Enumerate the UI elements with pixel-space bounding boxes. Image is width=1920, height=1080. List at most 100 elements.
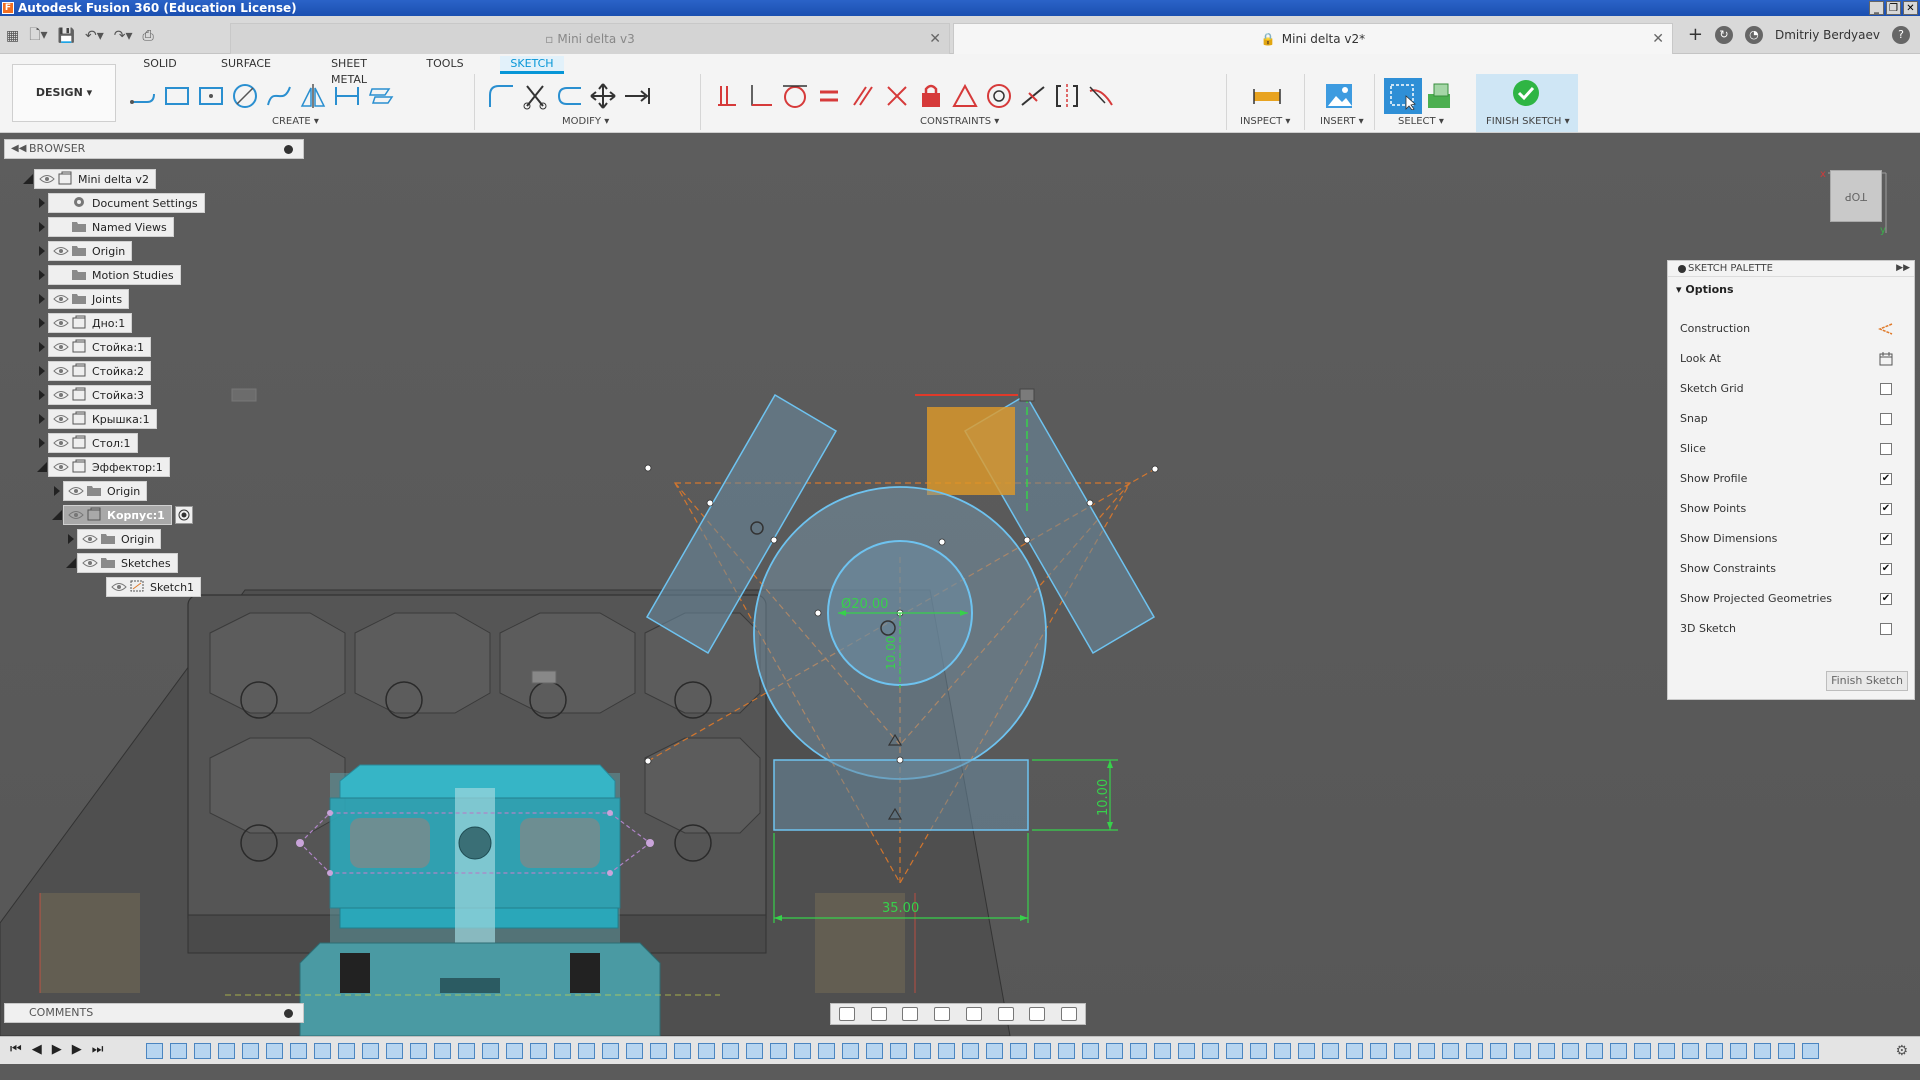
timeline-feature-icon[interactable] (1730, 1043, 1747, 1059)
line-tool-icon[interactable] (126, 79, 160, 113)
timeline-feature-icon[interactable] (1802, 1043, 1819, 1059)
timeline-feature-icon[interactable] (1562, 1043, 1579, 1059)
timeline-feature-icon[interactable] (170, 1043, 187, 1059)
save-icon[interactable]: 💾 (58, 28, 75, 44)
expand-arrow-icon[interactable] (65, 557, 77, 569)
timeline-feature-icon[interactable] (794, 1043, 811, 1059)
user-name[interactable]: Dmitriy Berdyaev (1775, 28, 1880, 42)
display-settings-icon[interactable] (997, 1007, 1014, 1021)
visibility-eye-icon[interactable] (82, 557, 98, 569)
expand-arrow-icon[interactable] (65, 533, 77, 545)
timeline-feature-icon[interactable] (266, 1043, 283, 1059)
timeline-feature-icon[interactable] (506, 1043, 523, 1059)
grid-settings-icon[interactable] (1029, 1007, 1046, 1021)
timeline-feature-icon[interactable] (1274, 1043, 1291, 1059)
timeline-feature-icon[interactable] (458, 1043, 475, 1059)
go-to-start-icon[interactable]: ⏮ (10, 1042, 22, 1057)
timeline-feature-icon[interactable] (1538, 1043, 1555, 1059)
coincident-constraint-icon[interactable] (744, 79, 778, 113)
timeline-feature-icon[interactable] (1370, 1043, 1387, 1059)
timeline-feature-icon[interactable] (1226, 1043, 1243, 1059)
timeline-feature-icon[interactable] (722, 1043, 739, 1059)
extend-tool-icon[interactable] (552, 79, 586, 113)
option-checkbox[interactable] (1880, 563, 1892, 575)
timeline-feature-icon[interactable] (1418, 1043, 1435, 1059)
timeline-feature-icon[interactable] (698, 1043, 715, 1059)
browser-node-label[interactable]: Дно:1 (48, 313, 133, 333)
timeline-feature-icon[interactable] (866, 1043, 883, 1059)
timeline-feature-icon[interactable] (530, 1043, 547, 1059)
job-status-circle-icon[interactable]: ↻ (1714, 25, 1733, 44)
browser-node[interactable]: Крышка:1 (36, 409, 157, 429)
tangent-constraint-icon[interactable] (778, 79, 812, 113)
option-checkbox[interactable] (1880, 473, 1892, 485)
look-at-icon[interactable] (1878, 351, 1894, 367)
insert-group-label[interactable]: INSERT ▾ (1320, 116, 1364, 127)
grid-menu-icon[interactable]: ▦ (6, 28, 19, 44)
visibility-eye-icon[interactable] (53, 461, 69, 473)
timeline-feature-icon[interactable] (914, 1043, 931, 1059)
option-checkbox[interactable] (1880, 623, 1892, 635)
rectangle-tool-icon[interactable] (160, 79, 194, 113)
timeline-feature-icon[interactable] (818, 1043, 835, 1059)
look-at-nav-icon[interactable] (870, 1007, 887, 1021)
timeline-feature-icon[interactable] (1322, 1043, 1339, 1059)
timeline-feature-icon[interactable] (410, 1043, 427, 1059)
browser-node[interactable]: Named Views (36, 217, 174, 237)
timeline-feature-icon[interactable] (1706, 1043, 1723, 1059)
timeline-feature-icon[interactable] (1514, 1043, 1531, 1059)
browser-node[interactable]: Эффектор:1 (36, 457, 170, 477)
visibility-eye-icon[interactable] (82, 533, 98, 545)
timeline-feature-icon[interactable] (1466, 1043, 1483, 1059)
browser-node-label[interactable]: Крышка:1 (48, 409, 157, 429)
select-group-label[interactable]: SELECT ▾ (1398, 116, 1444, 127)
expand-arrow-icon[interactable] (36, 197, 48, 209)
tab-solid[interactable]: SOLID (140, 56, 180, 74)
browser-node-label[interactable]: Motion Studies (48, 265, 181, 285)
restore-button[interactable]: ❐ (1886, 1, 1901, 15)
timeline-feature-icon[interactable] (1250, 1043, 1267, 1059)
notifications-icon[interactable]: ◔ (1744, 25, 1763, 44)
browser-node-label[interactable]: Эффектор:1 (48, 457, 170, 477)
visibility-eye-icon[interactable] (39, 173, 55, 185)
timeline-feature-icon[interactable] (1346, 1043, 1363, 1059)
collinear-constraint-icon[interactable] (1016, 79, 1050, 113)
expand-arrow-icon[interactable] (22, 173, 34, 185)
timeline-feature-icon[interactable] (986, 1043, 1003, 1059)
zoom-icon[interactable] (934, 1007, 951, 1021)
browser-node-label[interactable]: Named Views (48, 217, 174, 237)
width-dimension[interactable]: 35.00 (882, 901, 919, 916)
expand-arrow-icon[interactable] (94, 581, 106, 593)
timeline-feature-icon[interactable] (938, 1043, 955, 1059)
timeline-feature-icon[interactable] (386, 1043, 403, 1059)
dimension-tool-icon[interactable] (330, 79, 364, 113)
symmetry-constraint-icon[interactable] (1050, 79, 1084, 113)
minimize-button[interactable]: _ (1869, 1, 1884, 15)
fillet-tool-icon[interactable] (484, 79, 518, 113)
viewcube[interactable]: TOP (1830, 170, 1882, 222)
expand-arrow-icon[interactable] (36, 269, 48, 281)
visibility-eye-icon[interactable] (68, 509, 84, 521)
timeline-feature-icon[interactable] (578, 1043, 595, 1059)
browser-node-label[interactable]: Origin (77, 529, 162, 549)
browser-panel-header[interactable]: ◀◀ BROWSER (4, 139, 304, 159)
tab-sheet-metal[interactable]: SHEET METAL (312, 56, 386, 86)
redo-icon[interactable]: ↷▾ (114, 28, 133, 44)
step-back-icon[interactable]: ◀ (32, 1042, 42, 1057)
browser-node-label[interactable]: Joints (48, 289, 130, 309)
midpoint-constraint-icon[interactable] (948, 79, 982, 113)
visibility-eye-icon[interactable] (68, 485, 84, 497)
measure-tool-icon[interactable] (1250, 79, 1284, 113)
expand-arrow-icon[interactable] (51, 485, 63, 497)
finish-check-icon[interactable] (1511, 78, 1541, 108)
timeline-feature-icon[interactable] (338, 1043, 355, 1059)
timeline-feature-icon[interactable] (1010, 1043, 1027, 1059)
finish-sketch-button[interactable]: Finish Sketch (1826, 671, 1908, 691)
browser-node[interactable]: Стойка:3 (36, 385, 152, 405)
browser-node[interactable]: Origin (65, 529, 162, 549)
diameter-dimension[interactable]: Ø20.00 (841, 597, 888, 612)
modify-group-label[interactable]: MODIFY ▾ (562, 116, 609, 127)
collapse-panel-icon[interactable]: ◀◀ (11, 140, 26, 158)
pan-icon[interactable] (902, 1007, 919, 1021)
offset-tool-icon[interactable] (364, 79, 398, 113)
